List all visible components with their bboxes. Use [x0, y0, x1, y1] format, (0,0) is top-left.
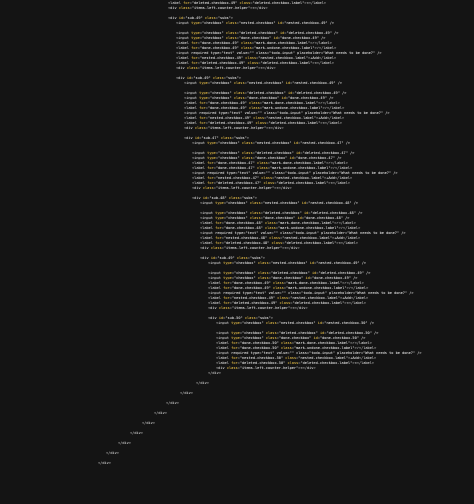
code-line: <input type="checkbox" class="nested-che…: [216, 321, 375, 325]
code-line: <input type="checkbox" class="nested-che…: [208, 261, 367, 265]
code-line: </div>: [118, 441, 131, 445]
code-line: </div>: [166, 401, 179, 405]
code-line: <div class="items-left-counter-helper">✕…: [208, 306, 308, 310]
code-line: </div>: [130, 431, 143, 435]
code-line: <div class="items-left-counter-helper">✕…: [216, 366, 316, 370]
code-line: <div class="items-left-counter-helper">✕…: [200, 246, 300, 250]
code-line: <div class="items-left-counter-helper">✕…: [176, 66, 276, 70]
code-line: <input type="checkbox" class="nested-che…: [176, 21, 335, 25]
code-line: </div>: [196, 381, 209, 385]
code-line: </div>: [106, 451, 119, 455]
code-line: <div class="items-left-counter-helper">✕…: [168, 6, 268, 10]
code-line: </div>: [154, 411, 167, 415]
code-line: <div class="items-left-counter-helper">✕…: [184, 126, 284, 130]
code-line: </div>: [180, 391, 193, 395]
code-line: </div>: [98, 461, 111, 465]
code-line: <input type="checkbox" class="nested-che…: [184, 81, 343, 85]
code-line: <input type="checkbox" class="nested-che…: [200, 201, 359, 205]
code-line: <input type="checkbox" class="nested-che…: [192, 141, 351, 145]
code-editor[interactable]: <label for="deleted-checkbox-49" class="…: [0, 0, 474, 504]
code-line: <div class="items-left-counter-helper">✕…: [192, 186, 292, 190]
code-line: </div>: [142, 421, 155, 425]
code-line: </div>: [208, 371, 221, 375]
